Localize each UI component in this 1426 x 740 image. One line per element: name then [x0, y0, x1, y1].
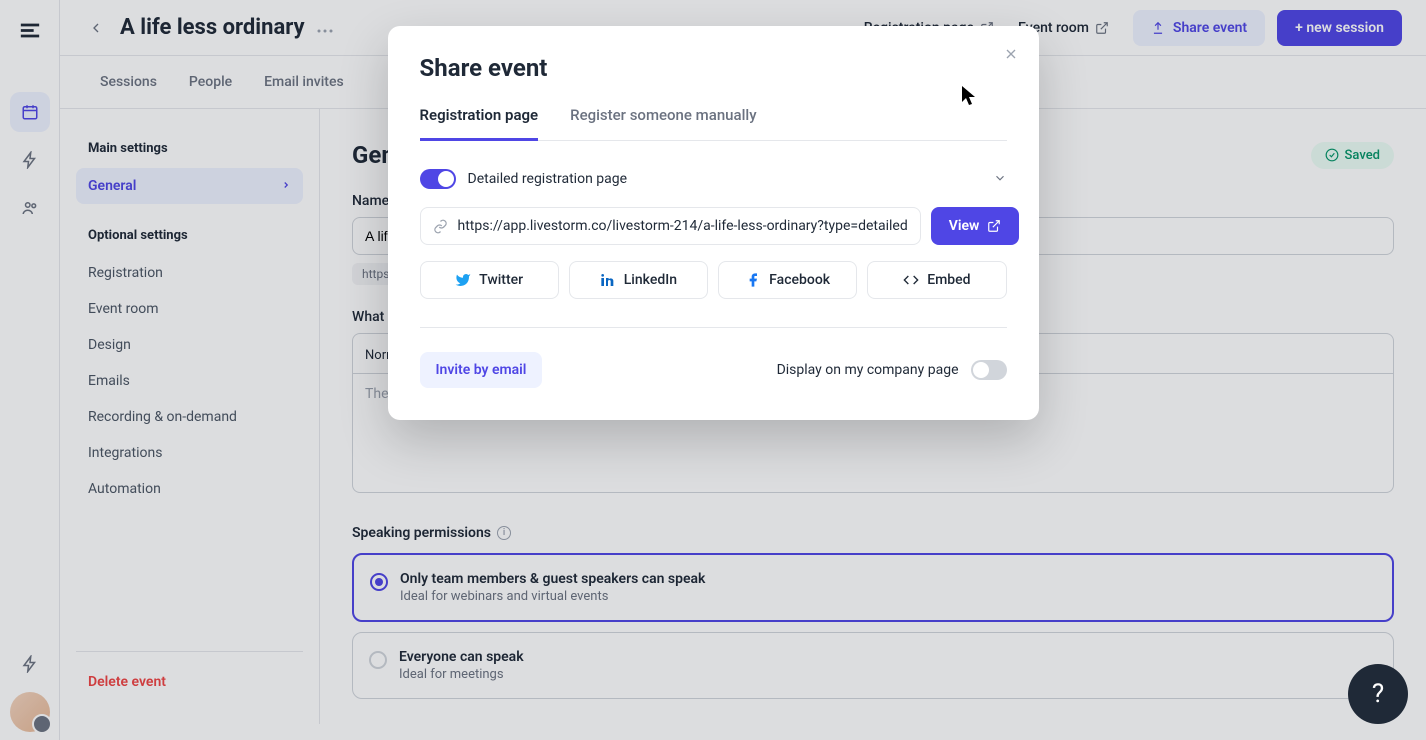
twitter-icon [455, 272, 471, 288]
url-field[interactable]: https://app.livestorm.co/livestorm-214/a… [420, 207, 921, 245]
social-row: Twitter LinkedIn Facebook Embed [420, 261, 1007, 299]
url-text: https://app.livestorm.co/livestorm-214/a… [458, 218, 908, 234]
facebook-icon [745, 272, 761, 288]
button-label: LinkedIn [624, 272, 677, 288]
company-label: Display on my company page [777, 362, 959, 378]
modal-footer: Invite by email Display on my company pa… [420, 352, 1007, 388]
close-button[interactable] [1003, 46, 1019, 66]
code-icon [903, 272, 919, 288]
help-button[interactable]: ? [1348, 664, 1408, 724]
modal-tab-registration[interactable]: Registration page [420, 106, 539, 141]
external-link-icon [987, 219, 1001, 233]
button-label: View [949, 218, 980, 234]
company-toggle-row: Display on my company page [777, 360, 1007, 380]
question-icon: ? [1372, 679, 1384, 709]
embed-button[interactable]: Embed [867, 261, 1006, 299]
button-label: Embed [927, 272, 970, 288]
modal-overlay[interactable]: Share event Registration page Register s… [0, 0, 1426, 740]
detailed-toggle-row: Detailed registration page [420, 169, 1007, 189]
url-row: https://app.livestorm.co/livestorm-214/a… [420, 207, 1007, 245]
view-button[interactable]: View [931, 207, 1020, 245]
toggle-label: Detailed registration page [468, 171, 985, 187]
share-linkedin-button[interactable]: LinkedIn [569, 261, 708, 299]
button-label: Twitter [479, 272, 523, 288]
divider [420, 327, 1007, 328]
invite-by-email-button[interactable]: Invite by email [420, 352, 543, 388]
share-facebook-button[interactable]: Facebook [718, 261, 857, 299]
close-icon [1003, 46, 1019, 62]
link-icon [433, 219, 448, 234]
modal-tabs: Registration page Register someone manua… [420, 106, 1007, 141]
share-twitter-button[interactable]: Twitter [420, 261, 559, 299]
company-toggle[interactable] [971, 360, 1007, 380]
detailed-toggle[interactable] [420, 169, 456, 189]
modal-title: Share event [420, 54, 1007, 82]
modal-tab-manual[interactable]: Register someone manually [570, 106, 756, 141]
linkedin-icon [600, 272, 616, 288]
chevron-down-icon[interactable] [993, 170, 1007, 189]
button-label: Facebook [769, 272, 830, 288]
share-event-modal: Share event Registration page Register s… [388, 26, 1039, 420]
